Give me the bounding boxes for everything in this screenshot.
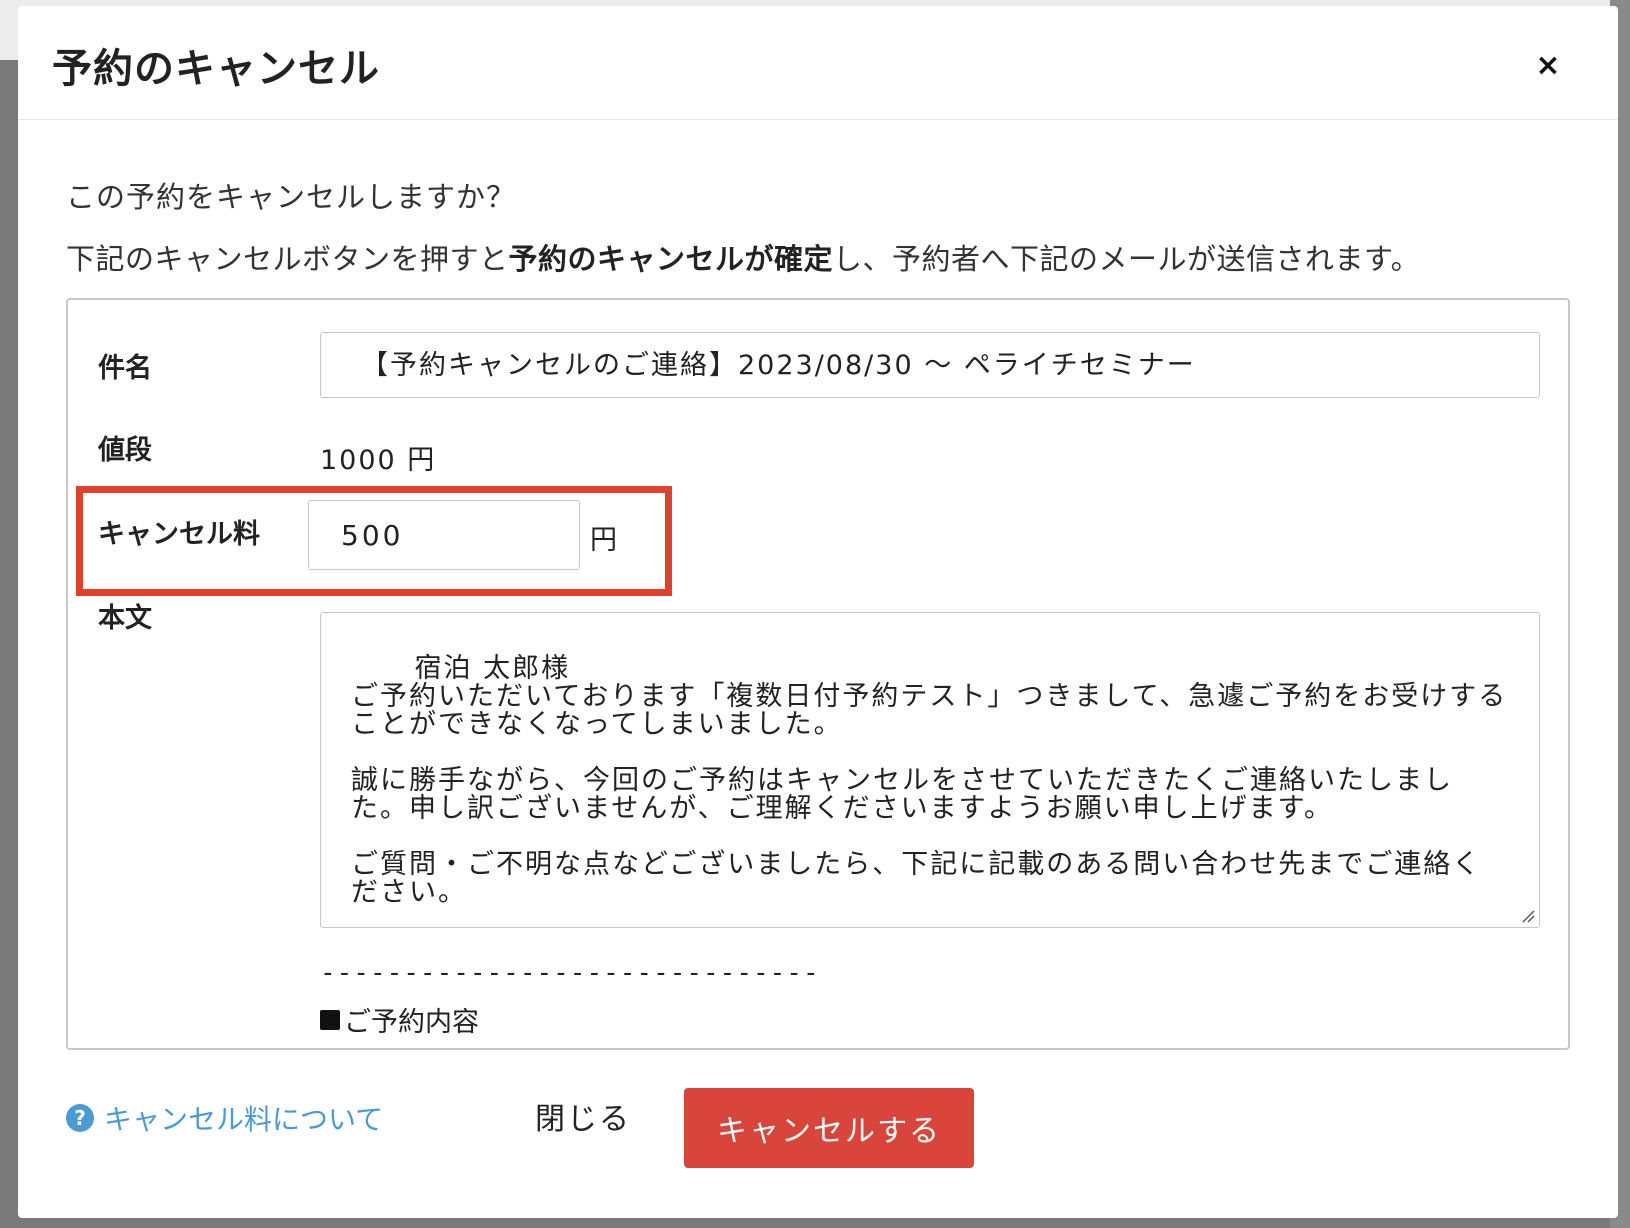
- mail-preview-box: 件名 【予約キャンセルのご連絡】2023/08/30 〜 ペライチセミナー 値段…: [66, 298, 1570, 1050]
- fee-unit: 円: [590, 525, 617, 556]
- subject-input[interactable]: 【予約キャンセルのご連絡】2023/08/30 〜 ペライチセミナー: [320, 332, 1540, 398]
- price-label: 値段: [98, 435, 152, 466]
- notice-prefix: 下記のキャンセルボタンを押すと: [66, 242, 509, 276]
- body-label: 本文: [98, 603, 152, 634]
- resize-grip-icon[interactable]: [1521, 909, 1535, 923]
- confirm-question: この予約をキャンセルしますか？: [66, 180, 517, 214]
- help-link-text: キャンセル料について: [104, 1103, 384, 1136]
- reservation-heading-text: ご予約内容: [344, 1007, 479, 1038]
- modal-title: 予約のキャンセル: [52, 46, 380, 92]
- cancel-fee-help-link[interactable]: ? キャンセル料について: [66, 1098, 383, 1138]
- body-text: 宿泊 太郎様 ご予約いただいております「複数日付予約テスト」つきまして、急遽ご予…: [351, 653, 1508, 908]
- fee-label: キャンセル料: [98, 519, 260, 550]
- cancel-fee-input[interactable]: 500: [308, 500, 580, 570]
- cancel-notice: 下記のキャンセルボタンを押すと予約のキャンセルが確定し、予約者へ下記のメールが送…: [66, 236, 1420, 278]
- close-icon[interactable]: ×: [1530, 48, 1566, 84]
- question-circle-icon: ?: [66, 1104, 94, 1132]
- notice-bold: 予約のキャンセルが確定: [508, 242, 834, 276]
- mail-separator: ------------------------------: [320, 958, 820, 988]
- cancel-reservation-modal: 予約のキャンセル × この予約をキャンセルしますか？ 下記のキャンセルボタンを押…: [18, 6, 1618, 1218]
- confirm-cancel-button[interactable]: キャンセルする: [684, 1088, 974, 1168]
- notice-suffix: し、予約者へ下記のメールが送信されます。: [833, 242, 1421, 276]
- subject-label: 件名: [98, 353, 152, 384]
- price-value: 1000 円: [320, 445, 437, 476]
- close-button[interactable]: 閉じる: [524, 1088, 642, 1144]
- square-bullet-icon: [320, 1009, 340, 1030]
- reservation-heading: ご予約内容: [320, 1000, 479, 1039]
- modal-header: 予約のキャンセル ×: [18, 6, 1618, 120]
- body-textarea[interactable]: 宿泊 太郎様 ご予約いただいております「複数日付予約テスト」つきまして、急遽ご予…: [320, 612, 1540, 928]
